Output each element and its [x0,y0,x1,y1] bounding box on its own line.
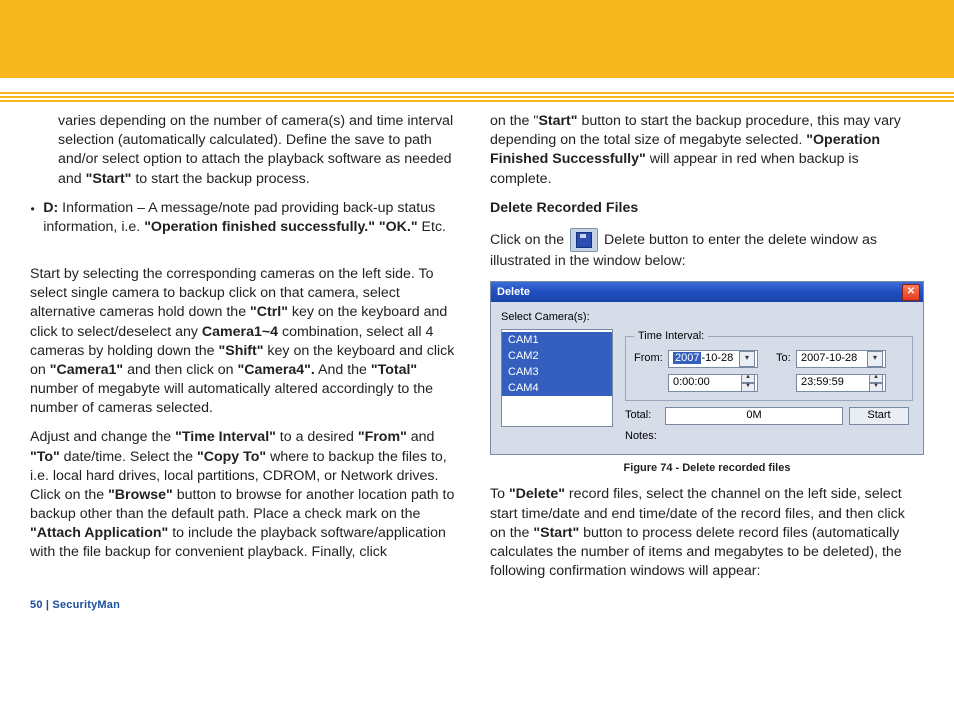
bold-time-interval: "Time Interval" [175,429,276,445]
dialog-titlebar: Delete ✕ [491,282,923,302]
text: Click on the [490,232,568,248]
bold-camera4: "Camera4". [238,362,315,378]
notes-label: Notes: [625,429,913,444]
time-interval-group: Time Interval: From: 2007-10-28 ▾ To: [625,329,913,401]
para-continue: varies depending on the number of camera… [30,112,462,189]
para-start-backup: on the "Start" button to start the backu… [490,112,924,189]
bold-op-finished: "Operation finished successfully." "OK." [144,219,417,235]
bold-start: "Start" [86,171,132,187]
to-time-value: 23:59:59 [801,375,844,390]
text: to a desired [276,429,358,445]
para-time-interval: Adjust and change the "Time Interval" to… [30,428,462,562]
bold-start: "Start" [533,525,579,541]
bold-copy-to: "Copy To" [197,449,266,465]
para-delete-instructions: To "Delete" record files, select the cha… [490,485,924,581]
to-date-picker[interactable]: 2007-10-28 ▾ [796,350,886,368]
from-time-picker[interactable]: 0:00:00 ▲▼ [668,374,758,392]
page-body: varies depending on the number of camera… [0,102,954,597]
heading-delete-recorded: Delete Recorded Files [490,199,924,218]
bullet-label: D: [43,200,58,216]
spinner-icon[interactable]: ▲▼ [869,374,883,392]
list-item[interactable]: CAM2 [502,348,612,364]
total-label: Total: [625,408,659,423]
text: on the " [490,113,538,129]
bold-delete: "Delete" [509,486,565,502]
bold-cam-range: Camera1~4 [202,324,278,340]
dialog-body: Select Camera(s): CAM1 CAM2 CAM3 CAM4 Ti… [491,302,923,454]
para-click-delete: Click on the Delete button to enter the … [490,228,924,271]
text: and [407,429,435,445]
header-rules [0,92,954,102]
select-cameras-label: Select Camera(s): [501,310,913,325]
text: number of megabyte will automatically al… [30,381,433,416]
bullet-marker: • [30,201,35,217]
right-column: on the "Start" button to start the backu… [490,112,924,591]
para-select-cams: Start by selecting the corresponding cam… [30,265,462,418]
text: date/time. Select the [60,449,197,465]
bold-ctrl: "Ctrl" [250,304,288,320]
spinner-icon[interactable]: ▲▼ [741,374,755,392]
text: To [490,486,509,502]
text: to start the backup process. [131,171,309,187]
total-value: 0M [665,407,843,425]
list-item[interactable]: CAM1 [502,332,612,348]
left-column: varies depending on the number of camera… [30,112,462,591]
header-band [0,0,954,78]
close-icon[interactable]: ✕ [902,284,920,301]
text: And the [315,362,371,378]
from-date-picker[interactable]: 2007-10-28 ▾ [668,350,758,368]
bold-browse: "Browse" [108,487,173,503]
bold-attach-app: "Attach Application" [30,525,168,541]
bullet-d: • D: Information – A message/note pad pr… [30,199,462,237]
text: Etc. [418,219,446,235]
start-button[interactable]: Start [849,407,909,425]
text: Adjust and change the [30,429,175,445]
bullet-body: D: Information – A message/note pad prov… [43,199,462,237]
list-item[interactable]: CAM4 [502,380,612,396]
bold-from: "From" [358,429,407,445]
bold-total: "Total" [371,362,417,378]
figure-caption: Figure 74 - Delete recorded files [490,461,924,476]
dialog-title: Delete [497,285,530,300]
chevron-down-icon[interactable]: ▾ [867,351,883,367]
from-year: 2007 [673,352,701,364]
from-time-value: 0:00:00 [673,375,710,390]
bold-shift: "Shift" [219,343,264,359]
from-label: From: [634,351,668,366]
to-date-value: 2007-10-28 [801,351,857,366]
bold-to: "To" [30,449,60,465]
to-label: To: [776,351,796,366]
figure-delete-dialog: Delete ✕ Select Camera(s): CAM1 CAM2 CAM… [490,281,924,475]
list-item[interactable]: CAM3 [502,364,612,380]
text: and then click on [123,362,237,378]
bold-start: Start" [538,113,577,129]
save-disk-icon [570,228,598,252]
bold-camera1: "Camera1" [50,362,123,378]
to-time-picker[interactable]: 23:59:59 ▲▼ [796,374,886,392]
page-footer: 50 | SecurityMan [0,597,954,619]
time-interval-legend: Time Interval: [634,329,708,344]
from-date-rest: -10-28 [701,352,733,364]
dialog-right-pane: Time Interval: From: 2007-10-28 ▾ To: [625,329,913,444]
camera-listbox[interactable]: CAM1 CAM2 CAM3 CAM4 [501,329,613,427]
chevron-down-icon[interactable]: ▾ [739,351,755,367]
delete-dialog: Delete ✕ Select Camera(s): CAM1 CAM2 CAM… [490,281,924,455]
